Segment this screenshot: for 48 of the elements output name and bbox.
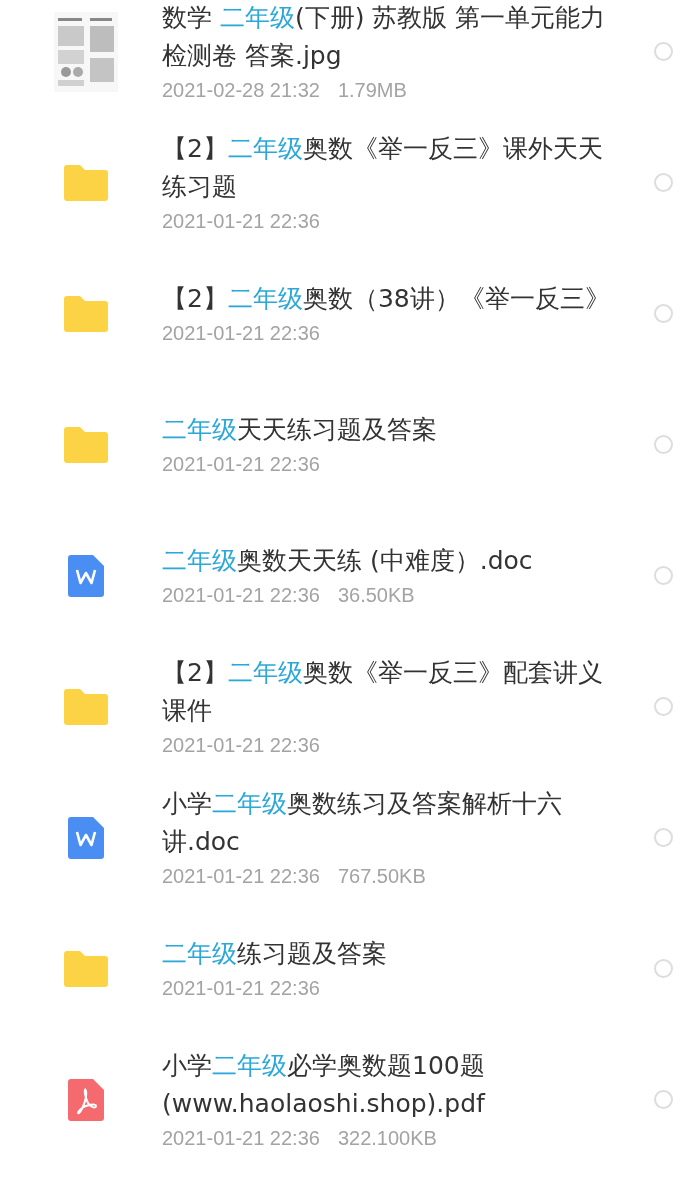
select-radio[interactable] [654, 304, 673, 323]
file-name: 小学二年级奥数练习及答案解析十六讲.doc [162, 787, 563, 858]
select-radio[interactable] [654, 566, 673, 585]
folder-icon [64, 426, 108, 463]
modified-date: 2021-01-21 22:36 [162, 975, 320, 1001]
modified-date: 2021-01-21 22:36 [162, 582, 320, 608]
modified-date: 2021-02-28 21:32 [162, 77, 320, 103]
file-name: 二年级练习题及答案 [162, 937, 388, 970]
file-size: 36.50KB [337, 582, 415, 608]
file-row[interactable]: 二年级奥数天天练 (中难度）.doc 2021-01-21 22:36 36.50KB [0, 510, 693, 641]
file-size: 1.79MB [337, 77, 407, 103]
folder-icon [64, 164, 108, 201]
select-radio[interactable] [654, 697, 673, 716]
file-row[interactable]: 二年级练习题及答案 2021-01-21 22:36 [0, 903, 693, 1034]
modified-date: 2021-01-21 22:36 [162, 208, 320, 234]
file-name: 【2】二年级奥数《举一反三》配套讲义课件 [162, 656, 604, 727]
select-radio[interactable] [654, 1090, 673, 1109]
select-radio[interactable] [654, 42, 673, 61]
file-row[interactable]: 小学二年级奥数练习及答案解析十六讲.doc 2021-01-21 22:36 767.50KB [0, 772, 693, 903]
file-row[interactable]: 【2】二年级奥数《举一反三》课外天天练习题 2021-01-21 22:36 [0, 117, 693, 248]
file-name: 数学 二年级(下册) 苏教版 第一单元能力检测卷 答案.jpg [162, 1, 607, 72]
file-size: 322.100KB [337, 1125, 437, 1151]
select-radio[interactable] [654, 173, 673, 192]
modified-date: 2021-01-21 22:36 [162, 1125, 320, 1151]
file-row[interactable]: 【2】二年级奥数（38讲）《举一反三》 2021-01-21 22:36 [0, 248, 693, 379]
modified-date: 2021-01-21 22:36 [162, 863, 320, 889]
file-size: 767.50KB [337, 863, 426, 889]
modified-date: 2021-01-21 22:36 [162, 451, 320, 477]
file-name: 二年级天天练习题及答案 [162, 413, 438, 446]
word-document-icon [68, 816, 104, 859]
file-name: 二年级奥数天天练 (中难度）.doc [162, 544, 534, 577]
folder-icon [64, 950, 108, 987]
file-row[interactable]: 【2】二年级奥数《举一反三》配套讲义课件 2021-01-21 22:36 [0, 641, 693, 772]
modified-date: 2021-01-21 22:36 [162, 732, 320, 758]
file-name: 【2】二年级奥数《举一反三》课外天天练习题 [162, 132, 604, 203]
file-row[interactable]: 小学二年级必学奥数题100题(www.haolaoshi.shop).pdf 2021-01-21 22:36 322.100KB [0, 1034, 693, 1165]
select-radio[interactable] [654, 435, 673, 454]
file-name: 小学二年级必学奥数题100题(www.haolaoshi.shop).pdf [162, 1049, 487, 1120]
select-radio[interactable] [654, 828, 673, 847]
modified-date: 2021-01-21 22:36 [162, 320, 320, 346]
file-row[interactable]: 二年级天天练习题及答案 2021-01-21 22:36 [0, 379, 693, 510]
file-row[interactable]: 数学 二年级(下册) 苏教版 第一单元能力检测卷 答案.jpg 2021-02-28 21:32 1.79MB [0, 0, 693, 117]
file-name: 【2】二年级奥数（38讲）《举一反三》 [162, 282, 611, 315]
folder-icon [64, 688, 108, 725]
word-document-icon [68, 554, 104, 597]
folder-icon [64, 295, 108, 332]
select-radio[interactable] [654, 959, 673, 978]
pdf-document-icon [68, 1078, 104, 1121]
